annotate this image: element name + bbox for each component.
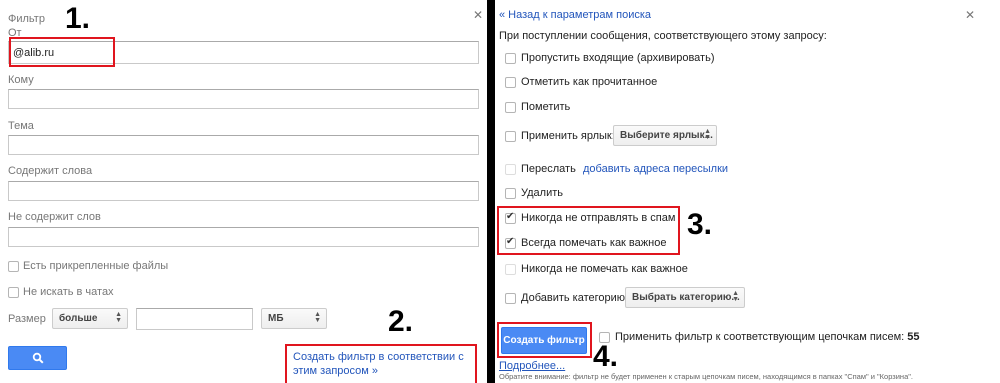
mark-read-label: Отметить как прочитанное: [521, 76, 658, 88]
filter-note: Обратите внимание: фильтр не будет приме…: [499, 372, 913, 381]
delete-label: Удалить: [521, 187, 563, 199]
step-4-label: 4.: [593, 340, 619, 373]
skip-inbox-checkbox[interactable]: [505, 53, 516, 64]
create-filter-link[interactable]: Создать фильтр в соответствии с этим зап…: [293, 350, 475, 378]
to-field[interactable]: [8, 89, 479, 109]
never-important-label: Никогда не помечать как важное: [521, 263, 688, 275]
size-unit-value: МБ: [268, 313, 284, 324]
size-unit-select[interactable]: МБ ▲ ▼: [261, 308, 327, 329]
apply-threads-checkbox[interactable]: [599, 332, 610, 343]
no-chats-label: Не искать в чатах: [23, 286, 114, 298]
thread-count: 55: [907, 331, 920, 343]
size-label: Размер: [8, 313, 46, 325]
label-select[interactable]: Выберите ярлык... ▲ ▼: [613, 125, 717, 146]
updown-arrow-icon: ▲ ▼: [115, 311, 122, 324]
add-category-checkbox[interactable]: [505, 293, 516, 304]
add-category-label: Добавить категорию:: [521, 292, 629, 304]
size-value-field[interactable]: [136, 308, 253, 330]
category-select[interactable]: Выбрать категорию... ▲ ▼: [625, 287, 745, 308]
close-icon[interactable]: ✕: [473, 8, 483, 22]
label-select-value: Выберите ярлык...: [620, 130, 713, 141]
never-important-checkbox[interactable]: [505, 264, 516, 275]
subject-label: Тема: [8, 120, 34, 132]
never-spam-checkbox[interactable]: [505, 211, 516, 224]
subject-field[interactable]: [8, 135, 479, 155]
updown-arrow-icon: ▲ ▼: [732, 290, 739, 303]
no-chats-checkbox[interactable]: [8, 287, 19, 298]
size-value-input[interactable]: [137, 309, 252, 329]
star-checkbox[interactable]: [505, 102, 516, 113]
apply-threads-text: Применить фильтр к соответствующим цепоч…: [615, 331, 905, 343]
search-button[interactable]: [8, 346, 67, 370]
subject-input[interactable]: [9, 136, 478, 154]
to-input[interactable]: [9, 90, 478, 108]
category-select-value: Выбрать категорию...: [632, 292, 740, 303]
to-label: Кому: [8, 74, 34, 86]
always-important-checkbox[interactable]: [505, 236, 516, 249]
close-icon[interactable]: ✕: [965, 8, 975, 22]
search-options-panel: Фильтр ✕ От Кому Тема Содержит слова Не …: [0, 0, 487, 383]
add-forwarding-link[interactable]: добавить адреса пересылки: [583, 163, 728, 175]
never-spam-label: Никогда не отправлять в спам: [521, 212, 676, 224]
always-important-label: Всегда помечать как важное: [521, 237, 667, 249]
create-filter-button[interactable]: Создать фильтр: [501, 327, 587, 354]
step-1-label: 1.: [65, 2, 91, 35]
apply-label-label: Применить ярлык:: [521, 130, 615, 142]
apply-threads-label: Применить фильтр к соответствующим цепоч…: [615, 331, 920, 343]
apply-label-checkbox[interactable]: [505, 131, 516, 142]
mark-read-checkbox[interactable]: [505, 77, 516, 88]
forward-checkbox[interactable]: [505, 164, 516, 175]
search-icon: [32, 352, 44, 364]
highlight-box-1: [9, 37, 115, 67]
attachments-checkbox[interactable]: [8, 261, 19, 272]
updown-arrow-icon: ▲ ▼: [704, 128, 711, 141]
filter-title: Фильтр: [8, 13, 45, 25]
attachments-label: Есть прикрепленные файлы: [23, 260, 169, 272]
forward-label: Переслать: [521, 163, 576, 175]
has-words-field[interactable]: [8, 181, 479, 201]
filter-intro-text: При поступлении сообщения, соответствующ…: [499, 30, 827, 42]
no-words-field[interactable]: [8, 227, 479, 247]
size-operator-value: больше: [59, 313, 98, 324]
filter-actions-panel: « Назад к параметрам поиска ✕ При поступ…: [495, 0, 1000, 383]
step-2-label: 2.: [388, 305, 414, 338]
size-operator-select[interactable]: больше ▲ ▼: [52, 308, 128, 329]
star-label: Пометить: [521, 101, 571, 113]
step-3-label: 3.: [687, 208, 713, 241]
no-words-label: Не содержит слов: [8, 211, 101, 223]
has-words-label: Содержит слова: [8, 165, 93, 177]
updown-arrow-icon: ▲ ▼: [314, 311, 321, 324]
has-words-input[interactable]: [9, 182, 478, 200]
no-words-input[interactable]: [9, 228, 478, 246]
back-to-search-link[interactable]: « Назад к параметрам поиска: [499, 9, 651, 21]
delete-checkbox[interactable]: [505, 188, 516, 199]
more-info-link[interactable]: Подробнее...: [499, 360, 565, 372]
skip-inbox-label: Пропустить входящие (архивировать): [521, 52, 715, 64]
